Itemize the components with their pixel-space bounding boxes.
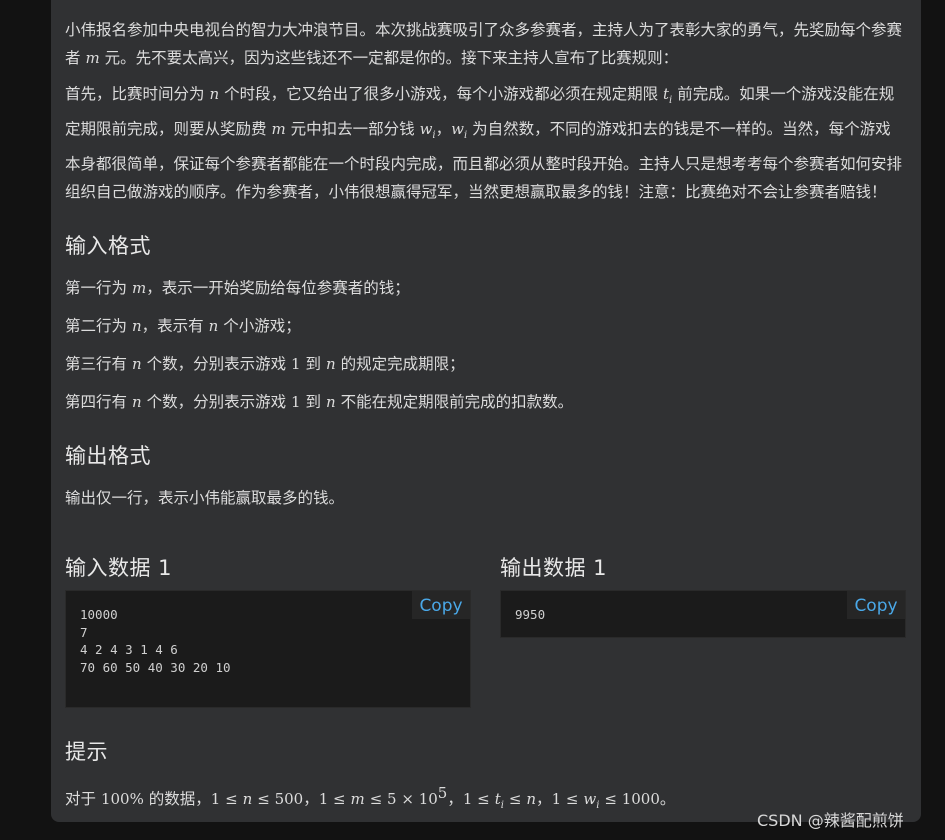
math-var-base: w <box>451 120 464 138</box>
math-number: 1 <box>291 393 301 411</box>
text: ，表示有 <box>141 317 204 335</box>
text: 首先，比赛时间分为 <box>65 85 205 103</box>
math-subscript: i <box>596 800 600 812</box>
text: 的数据， <box>148 790 211 809</box>
input-format-line-4: 第四行有 n 个数，分别表示游戏 1 到 n 不能在规定期限前完成的扣款数。 <box>65 388 905 416</box>
math-text: ≤ <box>508 790 522 809</box>
math-var-base: w <box>419 120 433 138</box>
text: 到 <box>305 355 322 373</box>
text: ，表示一开始奖励给每位参赛者的钱； <box>146 279 410 297</box>
copy-input-button[interactable]: Copy <box>412 591 470 619</box>
sample-output-heading: 输出数据 1 <box>500 556 608 580</box>
math-text: ≤ 1000 <box>604 790 660 809</box>
text: 个数，分别表示游戏 <box>146 355 287 373</box>
math-var: n <box>209 85 220 103</box>
sample-input-code: 10000 7 4 2 4 3 1 4 6 70 60 50 40 30 20 … <box>80 607 231 675</box>
math-subscript: i <box>669 95 673 106</box>
description-paragraph-1: 小伟报名参加中央电视台的智力大冲浪节目。本次挑战赛吸引了众多参赛者，主持人为了表… <box>65 16 905 72</box>
sample-output-box: 9950 Copy <box>500 590 906 638</box>
text: ， <box>435 120 452 138</box>
text: 个时段，它又给出了很多小游戏，每个小游戏都必须在规定期限 <box>224 85 659 103</box>
text: 的规定完成期限； <box>340 355 465 373</box>
math-var: m <box>271 120 286 138</box>
math-var: ti <box>495 790 504 812</box>
text: 第四行有 <box>65 393 128 411</box>
text: ， <box>303 790 319 809</box>
math-var: n <box>325 355 336 373</box>
math-var: wi <box>583 790 600 812</box>
math-var: n <box>131 393 142 411</box>
text: 第三行有 <box>65 355 128 373</box>
sample-output-code: 9950 <box>515 607 546 622</box>
text: 对于 <box>65 790 97 809</box>
input-format-heading: 输入格式 <box>65 234 151 258</box>
math-text: ≤ 5 × 10 <box>369 790 438 809</box>
text: 不能在规定期限前完成的扣款数。 <box>340 393 574 411</box>
math-var-base: w <box>583 790 597 809</box>
math-number: 1 <box>291 355 301 373</box>
sample-input-heading: 输入数据 1 <box>65 556 173 580</box>
math-var: n <box>208 317 219 335</box>
text: 元。先不要太高兴，因为这些钱还不一定都是你的。接下来主持人宣布了比赛规则： <box>104 49 679 67</box>
text: 个小游戏； <box>223 317 301 335</box>
math-var: wi <box>419 120 436 141</box>
math-var: n <box>131 355 142 373</box>
text: 第一行为 <box>65 279 128 297</box>
output-format-line-1: 输出仅一行，表示小伟能赢取最多的钱。 <box>65 489 345 507</box>
hint-constraints: 对于 100% 的数据，1 ≤ n ≤ 500，1 ≤ m ≤ 5 × 105，… <box>65 779 675 820</box>
text: ， <box>447 790 463 809</box>
problem-content: 小伟报名参加中央电视台的智力大冲浪节目。本次挑战赛吸引了众多参赛者，主持人为了表… <box>65 16 905 520</box>
math-text: 1 ≤ <box>318 790 346 809</box>
text: ， <box>536 790 552 809</box>
math-text: 1 ≤ <box>210 790 238 809</box>
math-var: m <box>131 279 147 297</box>
math-var: n <box>526 790 537 809</box>
text: 。 <box>659 790 676 809</box>
math-var: m <box>350 790 365 809</box>
math-subscript: i <box>500 800 504 812</box>
math-superscript: 5 <box>437 784 448 802</box>
math-var: n <box>131 317 142 335</box>
input-format-line-3: 第三行有 n 个数，分别表示游戏 1 到 n 的规定完成期限； <box>65 350 905 378</box>
math-text: 1 ≤ <box>551 790 579 809</box>
math-var: m <box>85 49 100 67</box>
math-var: wi <box>451 120 468 141</box>
description-paragraph-2: 首先，比赛时间分为 n 个时段，它又给出了很多小游戏，每个小游戏都必须在规定期限… <box>65 80 905 206</box>
math-subscript: i <box>463 130 468 141</box>
math-number: 100% <box>100 790 144 809</box>
text: 第二行为 <box>65 317 128 335</box>
input-format-line-2: 第二行为 n，表示有 n 个小游戏； <box>65 312 905 340</box>
problem-panel: 小伟报名参加中央电视台的智力大冲浪节目。本次挑战赛吸引了众多参赛者，主持人为了表… <box>51 0 921 822</box>
text: 个数，分别表示游戏 <box>146 393 287 411</box>
copy-output-button[interactable]: Copy <box>847 591 905 619</box>
math-var: n <box>325 393 336 411</box>
math-var: n <box>242 790 253 809</box>
math-text: ≤ 500 <box>257 790 304 809</box>
math-text: 1 ≤ <box>462 790 490 809</box>
csdn-watermark: CSDN @辣酱配煎饼 <box>757 811 904 830</box>
text: 到 <box>305 393 322 411</box>
text: 元中扣去一部分钱 <box>290 120 415 138</box>
math-var: ti <box>663 85 673 106</box>
input-format-line-1: 第一行为 m，表示一开始奖励给每位参赛者的钱； <box>65 274 905 302</box>
output-format-heading: 输出格式 <box>65 444 151 468</box>
sample-input-box: 10000 7 4 2 4 3 1 4 6 70 60 50 40 30 20 … <box>65 590 471 708</box>
hint-heading: 提示 <box>65 740 108 764</box>
